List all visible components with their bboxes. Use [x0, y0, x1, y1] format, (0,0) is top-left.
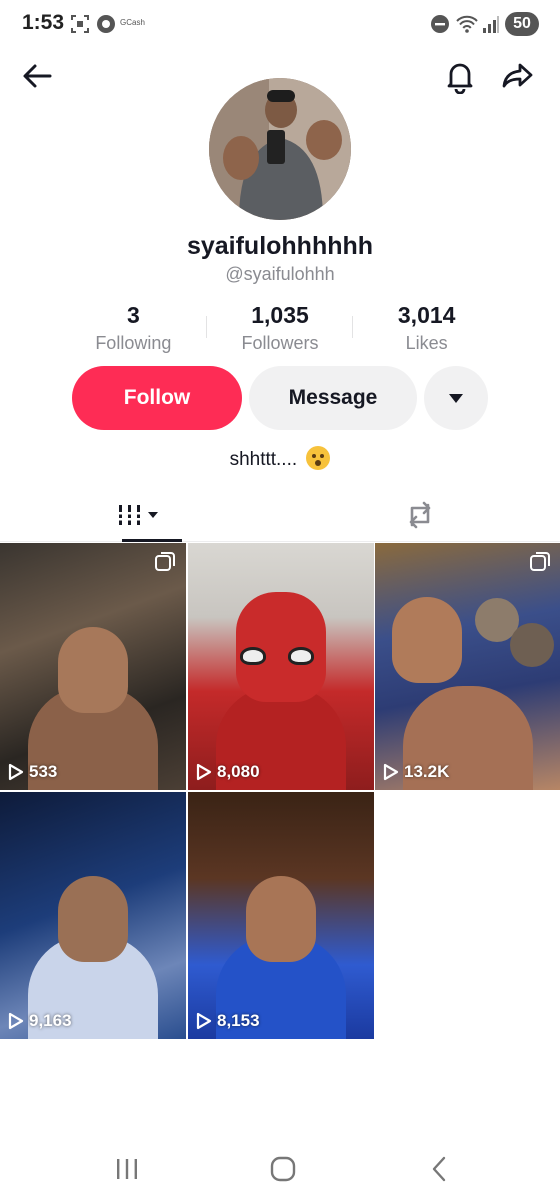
shushing-face-emoji-icon: [306, 446, 331, 470]
bell-icon: [447, 63, 473, 95]
share-arrow-icon: [502, 63, 533, 88]
view-count-text: 8,080: [217, 762, 260, 781]
content-tabs: [0, 488, 560, 542]
mask-eye-right: [288, 646, 314, 665]
stat-likes[interactable]: 3,014 Likes: [353, 302, 500, 356]
follow-button[interactable]: Follow: [72, 366, 242, 430]
battery-indicator: 50: [505, 12, 539, 36]
thumbnail-subject: [392, 597, 463, 684]
play-icon: [8, 763, 24, 781]
wifi-icon: [456, 15, 478, 33]
arrow-left-icon: [23, 64, 52, 88]
gcash-label: GCash: [120, 18, 145, 27]
tab-videos[interactable]: [0, 488, 280, 542]
stat-likes-label: Likes: [405, 333, 448, 353]
play-icon: [8, 1012, 24, 1030]
play-icon: [383, 763, 399, 781]
status-bar: 1:53 GCash 50: [0, 0, 560, 48]
bio: shhttt....: [0, 446, 560, 471]
gcash-logo-icon: [97, 15, 115, 33]
do-not-disturb-icon: [431, 15, 449, 33]
avatar[interactable]: [209, 78, 351, 220]
stat-likes-count: 3,014: [397, 302, 456, 328]
view-count: 533: [8, 762, 57, 782]
signal-icon: [483, 16, 499, 33]
videos-grid-icon: [117, 505, 158, 525]
play-icon: [196, 763, 212, 781]
system-navigation-bar: [0, 1136, 560, 1200]
stat-followers-label: Followers: [241, 333, 319, 353]
cat-image: [510, 623, 554, 667]
multiple-images-icon: [155, 552, 175, 571]
home-icon[interactable]: [268, 1154, 298, 1184]
video-thumbnail[interactable]: 13.2K: [375, 543, 560, 790]
display-name: syaifulohhhhhh: [186, 232, 374, 260]
view-count-text: 9,163: [29, 1011, 72, 1030]
bio-text: shhttt....: [229, 449, 298, 470]
mask-eye-left: [240, 646, 266, 665]
back-chevron-icon[interactable]: [425, 1154, 455, 1184]
avatar-photo: [209, 78, 351, 220]
view-count: 9,163: [8, 1011, 72, 1031]
play-icon: [196, 1012, 212, 1030]
video-thumbnail[interactable]: 9,163: [0, 792, 186, 1039]
notification-button[interactable]: [442, 58, 478, 95]
view-count-text: 8,153: [217, 1011, 260, 1030]
repost-icon: [409, 501, 431, 529]
profile-stats: 3 Following 1,035 Followers 3,014 Likes: [60, 302, 500, 356]
recent-apps-icon[interactable]: [112, 1154, 142, 1184]
video-thumbnail[interactable]: 8,153: [188, 792, 374, 1039]
stat-followers-count: 1,035: [251, 302, 309, 328]
view-count-text: 13.2K: [404, 762, 450, 781]
view-count: 8,080: [196, 762, 260, 782]
screenshot-icon: [71, 15, 89, 33]
share-button[interactable]: [500, 58, 536, 94]
stat-following-label: Following: [95, 333, 172, 353]
stat-following-count: 3: [126, 302, 140, 328]
active-tab-indicator: [122, 539, 182, 542]
message-button[interactable]: Message: [249, 366, 417, 430]
multiple-images-icon: [530, 552, 550, 571]
thumbnail-subject: [246, 875, 316, 962]
thumbnail-subject: [58, 875, 128, 962]
view-count-text: 533: [29, 762, 58, 781]
view-count: 13.2K: [383, 762, 449, 782]
stat-followers[interactable]: 1,035 Followers: [207, 302, 354, 356]
view-count: 8,153: [196, 1011, 260, 1031]
caret-down-icon: [449, 394, 463, 403]
username-handle: @syaifulohhh: [225, 264, 335, 284]
video-thumbnail[interactable]: 8,080: [188, 543, 374, 790]
thumbnail-subject: [58, 626, 128, 713]
status-time: 1:53: [22, 11, 65, 34]
video-thumbnail[interactable]: 533: [0, 543, 186, 790]
stat-following[interactable]: 3 Following: [60, 302, 207, 356]
tab-reposts[interactable]: [280, 488, 560, 542]
more-dropdown-button[interactable]: [424, 366, 488, 430]
back-button[interactable]: [20, 58, 56, 94]
